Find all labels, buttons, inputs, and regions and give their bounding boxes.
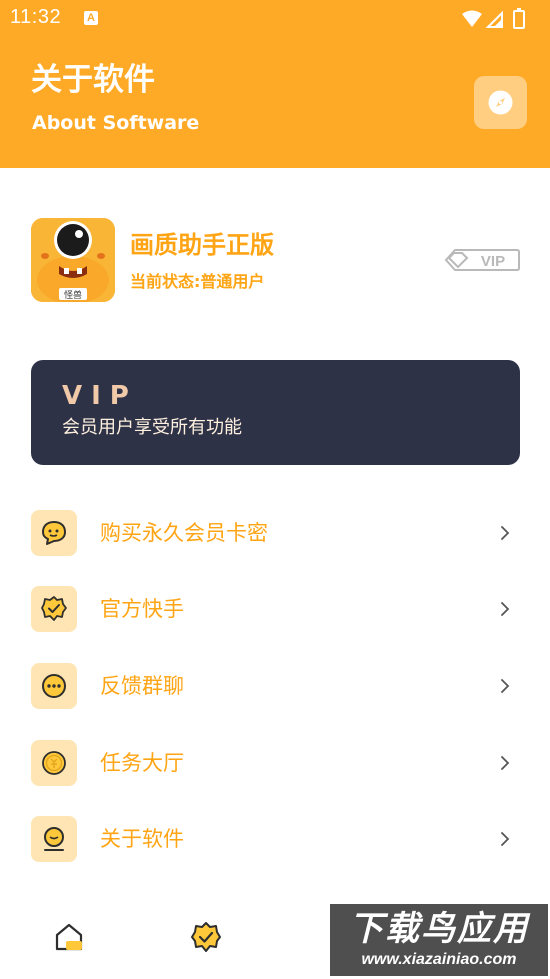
app-logo: 怪兽 xyxy=(31,218,115,302)
membership-status: 当前状态:普通用户 xyxy=(130,272,265,291)
menu-item-task-hall[interactable]: 任务大厅 xyxy=(31,740,520,787)
watermark-url: www.xiazainiao.com xyxy=(361,951,517,968)
app-name: 画质助手正版 xyxy=(130,231,274,259)
menu-item-about-software[interactable]: 关于软件 xyxy=(31,816,520,863)
menu-item-label: 反馈群聊 xyxy=(100,674,184,698)
notification-a-icon: A xyxy=(84,11,98,25)
coin-icon xyxy=(42,751,66,775)
svg-text:VIP: VIP xyxy=(481,253,505,270)
menu-item-label: 购买永久会员卡密 xyxy=(100,521,268,545)
home-icon[interactable] xyxy=(52,920,86,954)
about-icon xyxy=(44,827,64,851)
status-bar: 11:32 A xyxy=(0,0,550,38)
menu-item-label: 官方快手 xyxy=(100,597,184,621)
chevron-right-icon xyxy=(501,526,510,540)
menu-icon-box xyxy=(31,816,77,862)
vip-card[interactable]: VIP 会员用户享受所有功能 xyxy=(31,360,520,465)
page-subtitle: About Software xyxy=(32,112,200,134)
vip-card-title: VIP xyxy=(62,381,138,411)
menu-item-official-kuaishou[interactable]: 官方快手 xyxy=(31,586,520,633)
battery-icon xyxy=(513,10,525,29)
menu-icon-box xyxy=(31,510,77,556)
menu-icon-box xyxy=(31,663,77,709)
compass-icon xyxy=(488,90,513,115)
monster-logo-icon: 怪兽 xyxy=(31,218,115,302)
verified-badge-icon xyxy=(41,596,67,621)
chevron-right-icon xyxy=(501,756,510,770)
chevron-right-icon xyxy=(501,602,510,616)
svg-text:怪兽: 怪兽 xyxy=(64,289,82,301)
compass-button[interactable] xyxy=(474,76,527,129)
app-info-card: 怪兽 画质助手正版 当前状态:普通用户 VIP xyxy=(31,218,521,302)
menu-item-label: 任务大厅 xyxy=(100,751,184,775)
page-title: 关于软件 xyxy=(31,62,155,98)
menu-item-feedback-group[interactable]: 反馈群聊 xyxy=(31,663,520,710)
chevron-right-icon xyxy=(501,679,510,693)
menu-icon-box xyxy=(31,740,77,786)
status-icons xyxy=(462,8,525,29)
watermark-title: 下载鸟应用 xyxy=(349,909,529,949)
status-time: 11:32 xyxy=(10,6,62,28)
vip-badge-icon: VIP xyxy=(444,249,520,271)
chat-bubble-icon xyxy=(42,521,66,545)
more-dots-icon xyxy=(42,674,66,698)
header: 11:32 A 关于软件 About Software xyxy=(0,0,550,168)
watermark-overlay: 下载鸟应用 www.xiazainiao.com xyxy=(330,904,548,976)
vip-card-description: 会员用户享受所有功能 xyxy=(62,417,242,438)
wifi-icon xyxy=(462,10,482,27)
menu-item-label: 关于软件 xyxy=(100,827,184,851)
verified-badge-icon[interactable] xyxy=(189,920,223,954)
chevron-right-icon xyxy=(501,832,510,846)
menu-icon-box xyxy=(31,586,77,632)
menu-item-buy-membership[interactable]: 购买永久会员卡密 xyxy=(31,510,520,557)
